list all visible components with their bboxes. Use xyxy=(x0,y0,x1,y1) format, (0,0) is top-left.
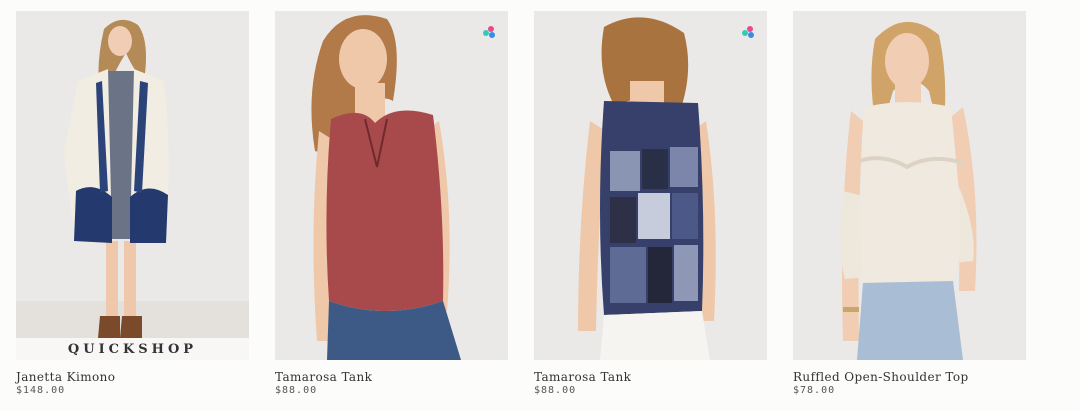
product-photo-red-tank-icon xyxy=(311,15,461,360)
product-price: $78.00 xyxy=(793,385,836,396)
product-image[interactable] xyxy=(793,11,1026,360)
color-swatches-icon[interactable] xyxy=(741,25,755,39)
color-swatches-icon[interactable] xyxy=(482,25,496,39)
product-price: $88.00 xyxy=(275,385,318,396)
product-photo-ivory-top-icon xyxy=(840,21,977,360)
product-card[interactable]: Tamarosa Tank $88.00 xyxy=(534,11,767,397)
product-card[interactable]: Ruffled Open-Shoulder Top $78.00 xyxy=(793,11,1026,397)
product-image[interactable] xyxy=(275,11,508,360)
product-price: $88.00 xyxy=(534,385,577,396)
quickshop-button[interactable]: QUICKSHOP xyxy=(16,338,249,360)
product-grid: QUICKSHOP Janetta Kimono $148.00 Tamaros… xyxy=(16,11,1026,397)
product-name[interactable]: Tamarosa Tank xyxy=(534,370,767,384)
product-photo-patchwork-tank-icon xyxy=(578,17,716,360)
product-image[interactable] xyxy=(534,11,767,360)
product-card[interactable]: QUICKSHOP Janetta Kimono $148.00 xyxy=(16,11,249,397)
product-name[interactable]: Janetta Kimono xyxy=(16,370,249,384)
product-image[interactable]: QUICKSHOP xyxy=(16,11,249,360)
product-name[interactable]: Ruffled Open-Shoulder Top xyxy=(793,370,1026,384)
product-price: $148.00 xyxy=(16,385,66,396)
product-photo-kimono-icon xyxy=(16,19,249,360)
product-name[interactable]: Tamarosa Tank xyxy=(275,370,508,384)
product-card[interactable]: Tamarosa Tank $88.00 xyxy=(275,11,508,397)
